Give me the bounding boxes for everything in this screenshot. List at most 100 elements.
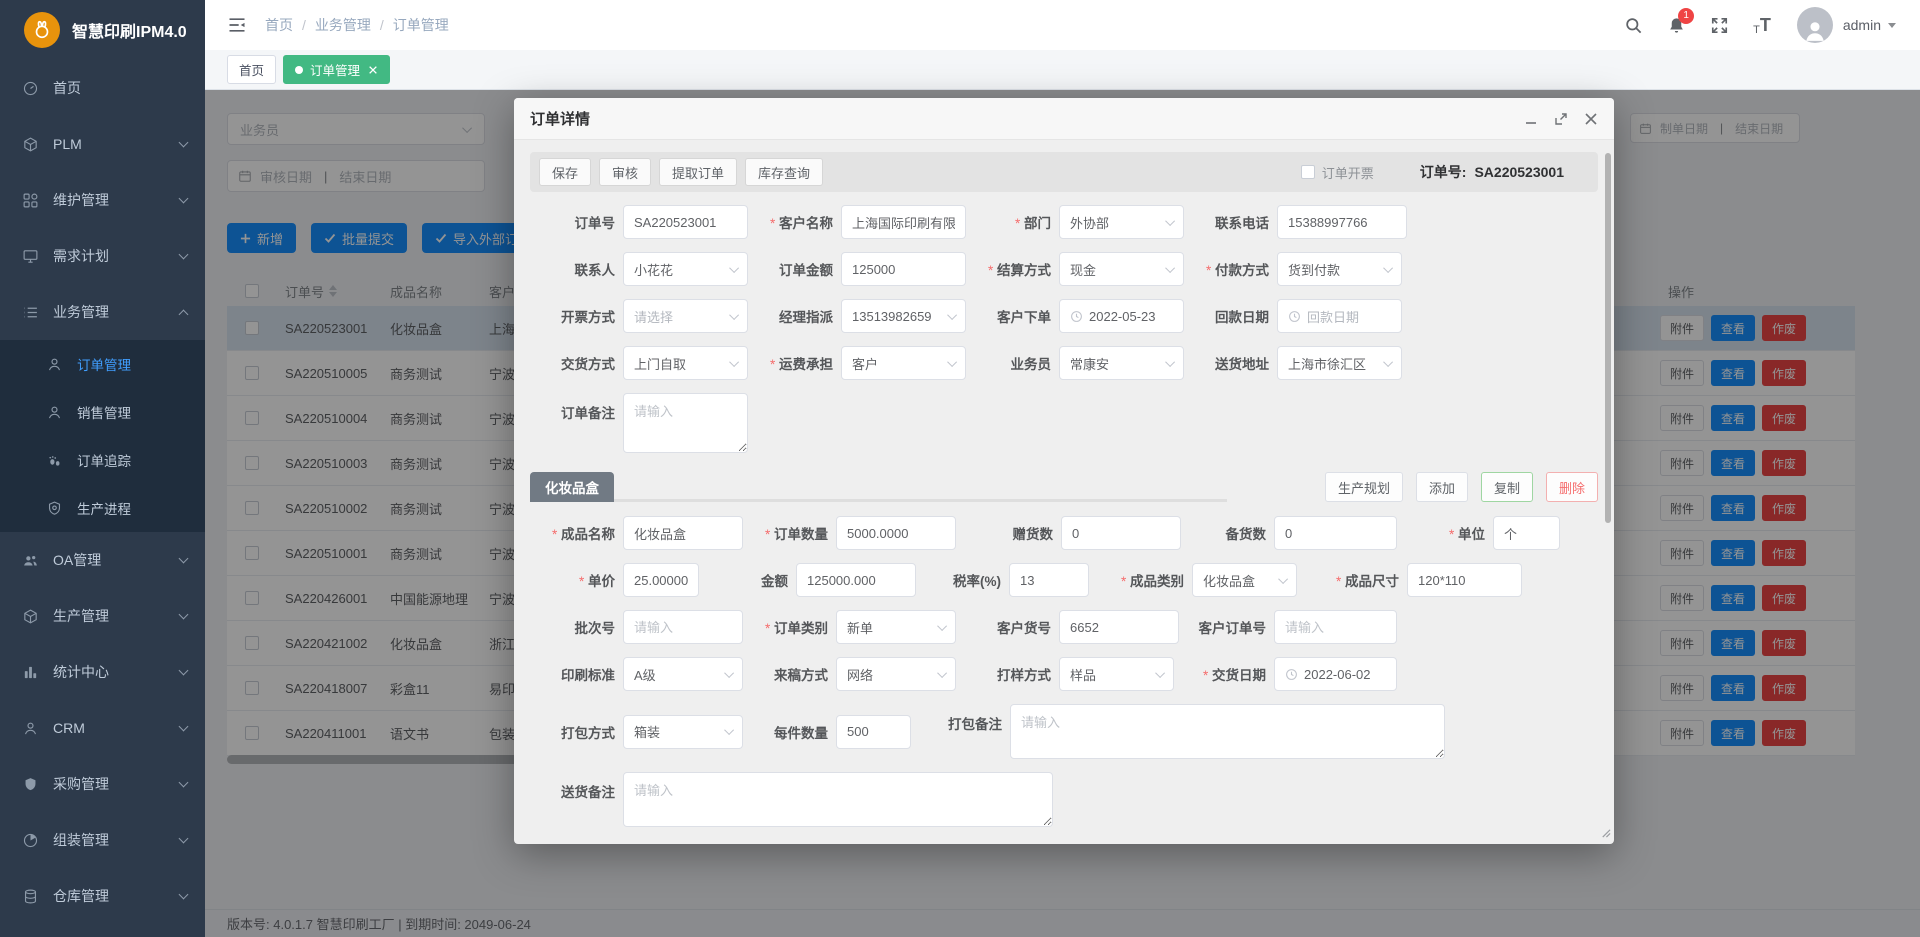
payback-date-picker[interactable]: 回款日期: [1277, 299, 1402, 333]
draft-method-select[interactable]: 网络: [836, 657, 956, 691]
sidebar-toggle-icon[interactable]: [227, 15, 247, 35]
sidebar-item-plm[interactable]: PLM: [0, 116, 205, 172]
sidebar-item-crm[interactable]: CRM: [0, 700, 205, 756]
maximize-icon[interactable]: [1554, 112, 1568, 126]
production-plan-button[interactable]: 生产规划: [1325, 472, 1403, 502]
save-button[interactable]: 保存: [539, 158, 591, 186]
people-icon: [22, 552, 39, 569]
amount-input[interactable]: [796, 563, 916, 597]
product-name-input[interactable]: [623, 516, 743, 550]
per-pack-qty-input[interactable]: [836, 715, 911, 749]
sidebar-item-production[interactable]: 生产管理: [0, 588, 205, 644]
category-select[interactable]: 化妆品盒: [1192, 563, 1297, 597]
extract-order-button[interactable]: 提取订单: [659, 158, 737, 186]
chevron-down-icon: [179, 194, 189, 204]
copy-product-button[interactable]: 复制: [1481, 472, 1533, 502]
freight-select[interactable]: 客户: [841, 346, 966, 380]
delivery-note-textarea[interactable]: [623, 772, 1053, 827]
department-select[interactable]: 外协部: [1059, 205, 1184, 239]
delivery-method-select[interactable]: 上门自取: [623, 346, 748, 380]
order-amount-input[interactable]: [841, 252, 966, 286]
order-no-value: SA220523001: [1474, 164, 1564, 180]
resize-handle[interactable]: [1600, 826, 1611, 841]
caret-down-icon[interactable]: [1888, 23, 1896, 28]
pack-note-textarea[interactable]: [1010, 704, 1445, 759]
salesman-select[interactable]: 常康安: [1059, 346, 1184, 380]
customer-order-date-picker[interactable]: 2022-05-23: [1059, 299, 1184, 333]
sidebar-item-business[interactable]: 业务管理: [0, 284, 205, 340]
unit-price-input[interactable]: [623, 563, 699, 597]
fullscreen-icon[interactable]: [1710, 16, 1729, 35]
add-product-button[interactable]: 添加: [1416, 472, 1468, 502]
stock-query-button[interactable]: 库存查询: [745, 158, 823, 186]
sidebar-item-sales-management[interactable]: 销售管理: [0, 388, 205, 436]
tab-close-icon[interactable]: [368, 65, 378, 75]
breadcrumb-business[interactable]: 业务管理: [293, 15, 371, 35]
manager-select[interactable]: 13513982659: [841, 299, 966, 333]
invoice-checkbox[interactable]: [1301, 165, 1315, 179]
sidebar-item-demand-plan[interactable]: 需求计划: [0, 228, 205, 284]
audit-button[interactable]: 审核: [599, 158, 651, 186]
gift-qty-input[interactable]: [1061, 516, 1181, 550]
font-size-icon[interactable]: [1753, 15, 1771, 36]
sidebar-item-production-progress[interactable]: 生产进程: [0, 484, 205, 532]
size-input[interactable]: [1407, 563, 1522, 597]
chevron-down-icon: [724, 668, 734, 678]
close-icon[interactable]: [1584, 112, 1598, 126]
chevron-down-icon: [947, 357, 957, 367]
sidebar-item-assembly[interactable]: 组装管理: [0, 812, 205, 868]
box-icon: [22, 608, 39, 625]
pack-method-select[interactable]: 箱装: [623, 715, 743, 749]
modal-scrollbar-thumb[interactable]: [1605, 153, 1611, 523]
unit-input[interactable]: [1493, 516, 1560, 550]
chevron-up-icon: [179, 309, 189, 319]
contact-select[interactable]: 小花花: [623, 252, 748, 286]
tab-order-management[interactable]: 订单管理: [283, 55, 390, 84]
order-type-select[interactable]: 新单: [836, 610, 956, 644]
minimize-icon[interactable]: [1524, 112, 1538, 126]
print-standard-select[interactable]: A级: [623, 657, 743, 691]
chevron-down-icon: [1165, 216, 1175, 226]
product-form: 成品名称 订单数量 赠货数 备货数 单位 单价 金额: [530, 516, 1598, 827]
sidebar-item-warehouse[interactable]: 仓库管理: [0, 868, 205, 924]
phone-input[interactable]: [1277, 205, 1407, 239]
sidebar-item-oa[interactable]: OA管理: [0, 532, 205, 588]
notification-badge: 1: [1678, 8, 1694, 24]
modal-header[interactable]: 订单详情: [514, 98, 1614, 140]
sidebar-item-statistics[interactable]: 统计中心: [0, 644, 205, 700]
sidebar-item-order-management[interactable]: 订单管理: [0, 340, 205, 388]
search-icon[interactable]: [1624, 16, 1643, 35]
address-select[interactable]: 上海市徐汇区: [1277, 346, 1402, 380]
order-qty-input[interactable]: [836, 516, 956, 550]
order-note-textarea[interactable]: [623, 393, 748, 453]
sidebar-item-procurement[interactable]: 采购管理: [0, 756, 205, 812]
database-icon: [22, 888, 39, 905]
logo: 智慧印刷IPM4.0: [0, 0, 205, 60]
invoice-method-select[interactable]: 请选择: [623, 299, 748, 333]
username[interactable]: admin: [1843, 17, 1881, 33]
top-header: 首页 业务管理 订单管理 1 admin: [205, 0, 1920, 50]
sidebar-item-order-tracking[interactable]: 订单追踪: [0, 436, 205, 484]
sidebar-item-maintenance[interactable]: 维护管理: [0, 172, 205, 228]
customer-item-no-input[interactable]: [1059, 610, 1179, 644]
breadcrumb-home[interactable]: 首页: [265, 15, 293, 35]
chevron-down-icon: [1383, 263, 1393, 273]
delete-product-button[interactable]: 删除: [1546, 472, 1598, 502]
reserve-qty-input[interactable]: [1274, 516, 1397, 550]
customer-name-input[interactable]: [841, 205, 966, 239]
tax-rate-input[interactable]: [1009, 563, 1089, 597]
delivery-date-picker[interactable]: 2022-06-02: [1274, 657, 1397, 691]
chevron-down-icon: [937, 668, 947, 678]
avatar[interactable]: [1797, 7, 1833, 43]
app-title: 智慧印刷IPM4.0: [72, 18, 187, 42]
order-no-input[interactable]: [623, 205, 748, 239]
notification-bell-icon[interactable]: 1: [1667, 16, 1686, 35]
customer-order-no-input[interactable]: [1274, 610, 1397, 644]
settlement-select[interactable]: 现金: [1059, 252, 1184, 286]
tab-home[interactable]: 首页: [227, 55, 276, 84]
proof-method-select[interactable]: 样品: [1059, 657, 1174, 691]
sidebar-item-home[interactable]: 首页: [0, 60, 205, 116]
payment-select[interactable]: 货到付款: [1277, 252, 1402, 286]
batch-no-input[interactable]: [623, 610, 743, 644]
product-tab[interactable]: 化妆品盒: [530, 472, 614, 502]
